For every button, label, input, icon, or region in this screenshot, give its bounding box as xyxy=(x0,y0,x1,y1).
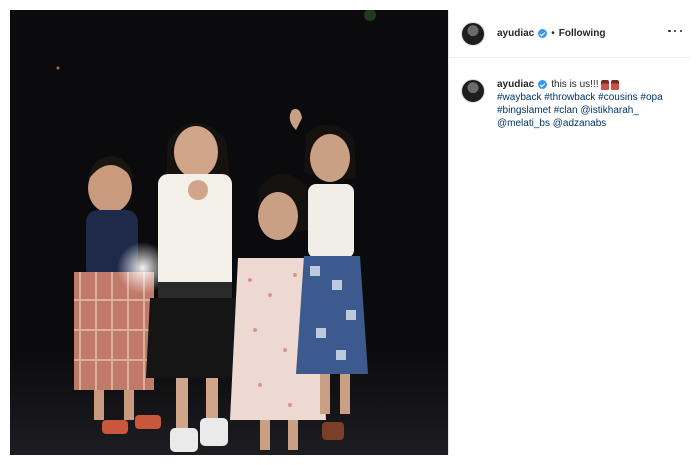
post-header: ayudiac • Following xyxy=(449,10,690,58)
post-photo[interactable] xyxy=(10,10,448,455)
hashtag-link[interactable]: #bingslamet xyxy=(497,105,551,116)
post-caption: ayudiac this is us!!! #wayback #throwbac… xyxy=(461,78,686,130)
post-sidebar: ayudiac • Following ayudiac this is us!!… xyxy=(449,10,690,455)
verified-badge-icon xyxy=(538,29,548,38)
mention-link[interactable]: @melati_bs xyxy=(497,118,550,129)
author-avatar[interactable] xyxy=(461,21,485,46)
hashtag-link[interactable]: #opa xyxy=(640,92,662,103)
caption-body: ayudiac this is us!!! #wayback #throwbac… xyxy=(497,78,686,130)
author-username[interactable]: ayudiac xyxy=(497,28,534,39)
instagram-post-view: ayudiac • Following ayudiac this is us!!… xyxy=(0,0,700,465)
hashtag-link[interactable]: #throwback xyxy=(544,92,595,103)
hashtag-link[interactable]: #cousins xyxy=(598,92,637,103)
caption-tags: #wayback #throwback #cousins #opa #bings… xyxy=(497,91,686,130)
caption-author-avatar[interactable] xyxy=(461,79,485,103)
hashtag-link[interactable]: #clan xyxy=(554,105,578,116)
hashtag-link[interactable]: #wayback xyxy=(497,92,541,103)
verified-badge-icon xyxy=(538,80,548,89)
mention-link[interactable]: @adzanabs xyxy=(553,118,607,129)
mention-link[interactable]: @istikharah_ xyxy=(580,105,639,116)
following-button[interactable]: Following xyxy=(559,28,606,39)
separator-dot: • xyxy=(551,28,555,39)
photo-illustration xyxy=(10,10,448,455)
family-emoji-icon xyxy=(610,79,619,90)
caption-text: this is us!!! xyxy=(551,79,599,90)
family-emoji-icon xyxy=(600,79,609,90)
ellipsis-icon[interactable] xyxy=(668,28,682,34)
caption-username[interactable]: ayudiac xyxy=(497,78,534,91)
